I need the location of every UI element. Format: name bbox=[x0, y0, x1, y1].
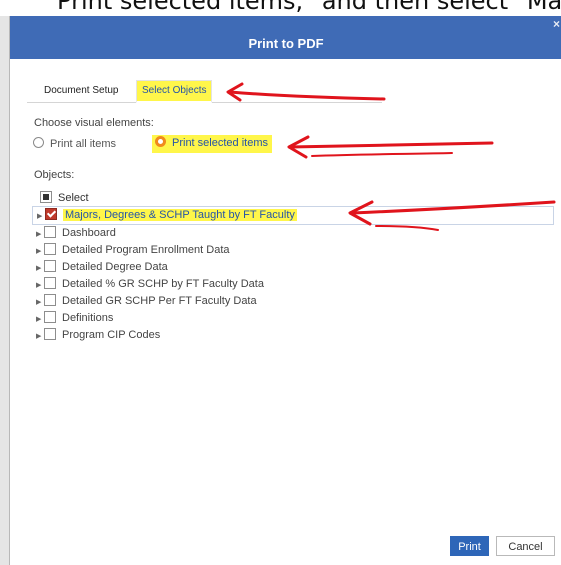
object-checkbox[interactable] bbox=[44, 226, 56, 238]
background-page bbox=[0, 16, 9, 565]
objects-label: Objects: bbox=[34, 169, 75, 181]
list-item-program-cip-codes[interactable]: ▶ Program CIP Codes bbox=[36, 327, 554, 344]
radio-print-all-label: Print all items bbox=[50, 138, 117, 150]
expand-triangle-icon[interactable]: ▶ bbox=[37, 208, 45, 225]
annotation-arrow-object bbox=[348, 200, 556, 231]
list-item-pct-gr-schp[interactable]: ▶ Detailed % GR SCHP by FT Faculty Data bbox=[36, 276, 554, 293]
expand-triangle-icon[interactable]: ▶ bbox=[36, 277, 44, 294]
object-label: Detailed Degree Data bbox=[62, 261, 168, 273]
expand-triangle-icon[interactable]: ▶ bbox=[36, 311, 44, 328]
object-label: Program CIP Codes bbox=[62, 329, 161, 341]
expand-triangle-icon[interactable]: ▶ bbox=[36, 294, 44, 311]
object-label: Detailed Program Enrollment Data bbox=[62, 244, 230, 256]
annotation-arrow-radio bbox=[287, 135, 494, 159]
expand-triangle-icon[interactable]: ▶ bbox=[36, 226, 44, 243]
tab-document-setup[interactable]: Document Setup bbox=[44, 81, 119, 101]
expand-triangle-icon[interactable]: ▶ bbox=[36, 260, 44, 277]
radio-unchecked-icon[interactable] bbox=[33, 137, 44, 148]
select-all-row[interactable]: Select bbox=[40, 191, 89, 204]
expand-triangle-icon[interactable]: ▶ bbox=[36, 328, 44, 345]
object-label: Definitions bbox=[62, 312, 114, 324]
annotation-arrow-tab bbox=[226, 82, 386, 102]
object-label: Majors, Degrees & SCHP Taught by FT Facu… bbox=[63, 209, 297, 221]
object-checkbox[interactable] bbox=[44, 294, 56, 306]
dialog-title-bar: Print to PDF × bbox=[10, 16, 561, 59]
object-checkbox-checked[interactable] bbox=[45, 208, 57, 220]
print-button[interactable]: Print bbox=[450, 536, 489, 556]
list-item-degree-data[interactable]: ▶ Detailed Degree Data bbox=[36, 259, 554, 276]
visual-elements-label: Choose visual elements: bbox=[34, 117, 154, 129]
radio-print-selected-items[interactable]: Print selected items bbox=[152, 135, 272, 153]
radio-checked-icon[interactable] bbox=[155, 136, 166, 147]
object-label: Detailed % GR SCHP by FT Faculty Data bbox=[62, 278, 264, 290]
object-checkbox[interactable] bbox=[44, 260, 56, 272]
object-checkbox[interactable] bbox=[44, 243, 56, 255]
instruction-caption: "Print selected items," and then select … bbox=[46, 0, 561, 15]
object-checkbox[interactable] bbox=[44, 328, 56, 340]
object-label: Dashboard bbox=[62, 227, 116, 239]
close-icon[interactable]: × bbox=[553, 18, 560, 30]
list-item-definitions[interactable]: ▶ Definitions bbox=[36, 310, 554, 327]
object-label: Detailed GR SCHP Per FT Faculty Data bbox=[62, 295, 257, 307]
radio-print-all-items[interactable]: Print all items bbox=[33, 137, 116, 153]
radio-print-selected-label: Print selected items bbox=[172, 137, 268, 149]
list-item-gr-schp-per-faculty[interactable]: ▶ Detailed GR SCHP Per FT Faculty Data bbox=[36, 293, 554, 310]
expand-triangle-icon[interactable]: ▶ bbox=[36, 243, 44, 260]
cancel-button[interactable]: Cancel bbox=[496, 536, 555, 556]
object-checkbox[interactable] bbox=[44, 277, 56, 289]
list-item-program-enrollment[interactable]: ▶ Detailed Program Enrollment Data bbox=[36, 242, 554, 259]
select-all-label: Select bbox=[58, 192, 89, 204]
select-all-checkbox[interactable] bbox=[40, 191, 52, 203]
tab-select-objects[interactable]: Select Objects bbox=[136, 80, 213, 103]
dialog-title: Print to PDF bbox=[248, 36, 324, 51]
object-checkbox[interactable] bbox=[44, 311, 56, 323]
